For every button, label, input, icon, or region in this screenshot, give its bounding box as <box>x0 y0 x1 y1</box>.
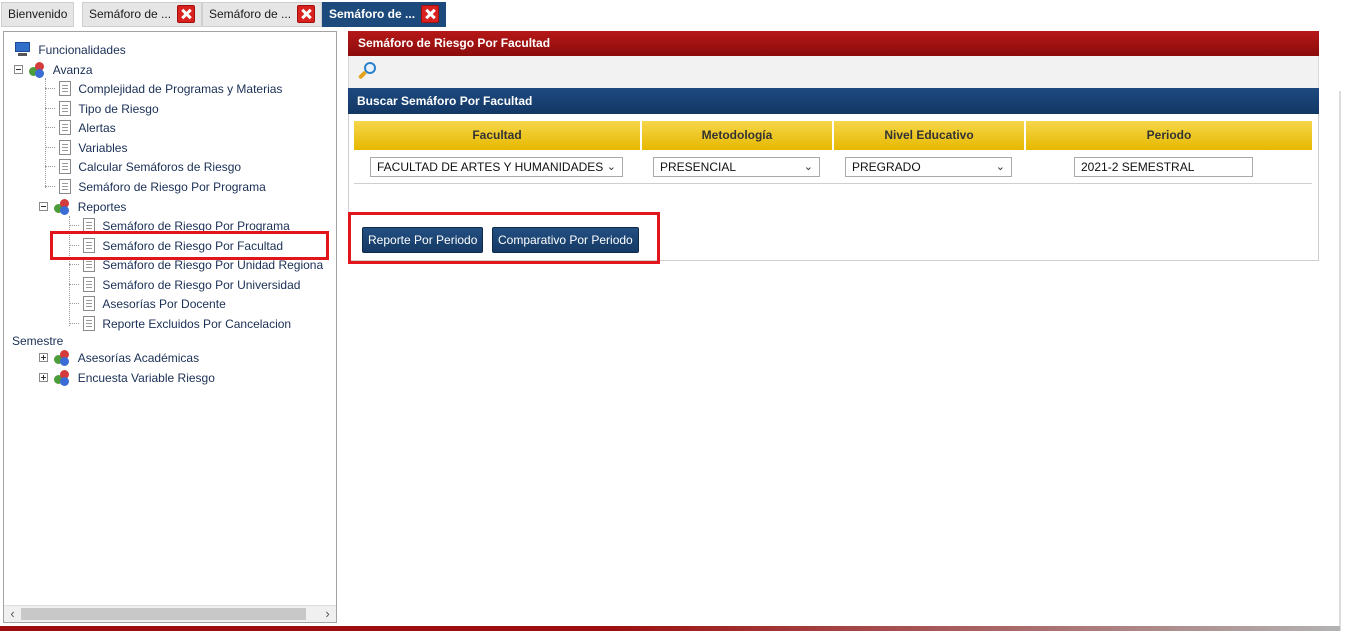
column-periodo: Periodo <box>1026 121 1312 150</box>
module-icon <box>54 369 70 386</box>
module-icon <box>29 61 45 78</box>
tree-item-label: Tipo de Riesgo <box>78 101 159 116</box>
tree-item-asesorias-docente[interactable]: Asesorías Por Docente <box>69 294 226 312</box>
tree-item-semaforo-programa[interactable]: Semáforo de Riesgo Por Programa <box>45 177 266 195</box>
tab-bar: Bienvenido Semáforo de ... Semáforo de .… <box>0 0 1345 29</box>
tree-root-label: Funcionalidades <box>38 42 126 57</box>
footer-bar <box>0 626 1340 631</box>
expand-icon[interactable] <box>39 353 48 363</box>
tree-item-complejidad[interactable]: Complejidad de Programas y Materias <box>45 79 282 97</box>
nivel-value: PREGRADO <box>852 160 921 174</box>
tab-label: Semáforo de ... <box>89 7 172 21</box>
toolbar <box>348 56 1319 88</box>
nivel-educativo-select[interactable]: PREGRADO ⌄ <box>845 157 1012 177</box>
document-icon <box>59 120 71 136</box>
collapse-icon[interactable] <box>39 202 48 212</box>
tree-item-label: Asesorías Por Docente <box>102 296 226 311</box>
document-icon <box>83 296 95 312</box>
tree-item-label: Complejidad de Programas y Materias <box>78 81 283 96</box>
computer-icon <box>14 42 31 57</box>
tree-item-label: Alertas <box>78 120 116 135</box>
sidebar-tree: Funcionalidades Avanza Complejidad de Pr… <box>3 31 337 623</box>
tree-node-avanza[interactable]: Avanza <box>14 60 93 78</box>
horizontal-scrollbar[interactable]: ‹ › <box>4 605 336 622</box>
document-icon <box>83 277 95 293</box>
highlight-selected-item <box>50 231 329 260</box>
document-icon <box>59 159 71 175</box>
tree-node-label: Reportes <box>77 199 127 214</box>
divider <box>354 183 1312 184</box>
periodo-value: 2021-2 SEMESTRAL <box>1081 160 1195 174</box>
periodo-input[interactable]: 2021-2 SEMESTRAL <box>1074 157 1253 177</box>
tab-semaforo-active[interactable]: Semáforo de ... <box>322 2 447 27</box>
highlight-buttons <box>348 212 660 264</box>
tree-node-label: Encuesta Variable Riesgo <box>77 370 215 385</box>
tree-item-reporte-universidad[interactable]: Semáforo de Riesgo Por Universidad <box>69 275 300 293</box>
tree-node-asesorias[interactable]: Asesorías Académicas <box>39 348 199 366</box>
scrollbar-thumb[interactable] <box>21 608 306 620</box>
tree-item-label: Semáforo de Riesgo Por Programa <box>78 179 266 194</box>
tab-label: Semáforo de ... <box>209 7 292 21</box>
document-icon <box>59 179 71 195</box>
tab-semaforo-1[interactable]: Semáforo de ... <box>82 2 203 27</box>
document-icon <box>59 140 71 156</box>
module-icon <box>54 198 70 215</box>
scroll-right-icon[interactable]: › <box>319 606 336 622</box>
tab-label: Bienvenido <box>8 7 68 21</box>
tree-item-label: Variables <box>78 140 128 155</box>
tree-item-label: Calcular Semáforos de Riesgo <box>78 159 242 174</box>
document-icon <box>59 101 71 117</box>
document-icon <box>83 316 95 332</box>
tree-root[interactable]: Funcionalidades <box>14 40 126 58</box>
tree-node-label: Asesorías Académicas <box>77 350 200 365</box>
tab-bienvenido[interactable]: Bienvenido <box>1 2 75 27</box>
metodologia-value: PRESENCIAL <box>660 160 737 174</box>
tree-item-tipo-riesgo[interactable]: Tipo de Riesgo <box>45 99 159 117</box>
tree-item-calcular[interactable]: Calcular Semáforos de Riesgo <box>45 157 241 175</box>
metodologia-select[interactable]: PRESENCIAL ⌄ <box>653 157 820 177</box>
tree-item-variables[interactable]: Variables <box>45 138 127 156</box>
tree-item-label: Semáforo de Riesgo Por Universidad <box>102 277 301 292</box>
tree-item-reporte-excluidos[interactable]: Reporte Excluidos Por Cancelacion <box>69 314 291 332</box>
column-nivel-educativo: Nivel Educativo <box>834 121 1025 150</box>
panel-title: Semáforo de Riesgo Por Facultad <box>348 31 1319 56</box>
column-metodologia: Metodología <box>642 121 833 150</box>
close-icon[interactable] <box>177 4 196 23</box>
facultad-select[interactable]: FACULTAD DE ARTES Y HUMANIDADES ⌄ <box>370 157 623 177</box>
tree-node-label: Avanza <box>52 62 93 77</box>
expand-icon[interactable] <box>39 373 48 383</box>
search-icon[interactable] <box>357 61 379 83</box>
module-icon <box>54 349 70 366</box>
chevron-down-icon: ⌄ <box>803 161 813 173</box>
document-icon <box>59 81 71 97</box>
close-icon[interactable] <box>297 4 316 23</box>
tab-semaforo-2[interactable]: Semáforo de ... <box>202 2 323 27</box>
collapse-icon[interactable] <box>14 65 23 75</box>
search-header: Buscar Semáforo Por Facultad <box>348 88 1319 114</box>
column-facultad: Facultad <box>354 121 641 150</box>
tree-node-encuesta[interactable]: Encuesta Variable Riesgo <box>39 368 215 386</box>
tab-label: Semáforo de ... <box>329 7 416 21</box>
facultad-value: FACULTAD DE ARTES Y HUMANIDADES <box>377 160 604 174</box>
close-icon[interactable] <box>421 4 440 23</box>
chevron-down-icon: ⌄ <box>995 161 1005 173</box>
tree-item-label: Reporte Excluidos Por Cancelacion <box>102 316 292 331</box>
scroll-left-icon[interactable]: ‹ <box>4 606 21 622</box>
chevron-down-icon: ⌄ <box>606 161 616 173</box>
tree-node-reportes[interactable]: Reportes <box>39 197 126 215</box>
tree-item-alertas[interactable]: Alertas <box>45 118 116 136</box>
vertical-scrollbar[interactable] <box>1339 91 1341 631</box>
